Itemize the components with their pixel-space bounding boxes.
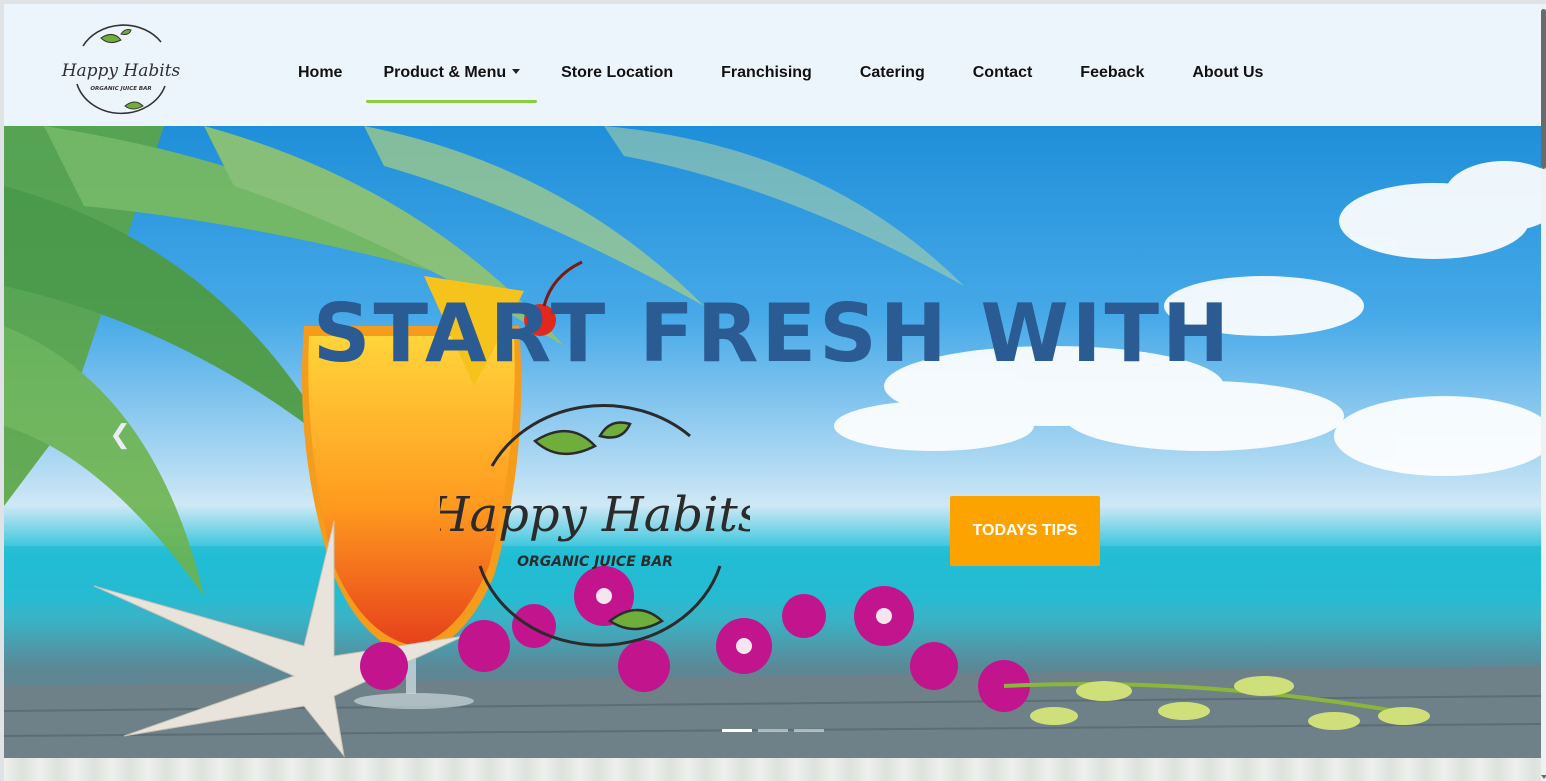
brand-tagline: ORGANIC JUICE BAR: [90, 86, 151, 92]
nav-item-franchising[interactable]: Franchising: [697, 44, 836, 102]
nav-item-about-us[interactable]: About Us: [1168, 44, 1287, 102]
chevron-left-icon: ❮: [109, 418, 131, 449]
nav-item-contact[interactable]: Contact: [949, 44, 1057, 102]
nav-item-product-menu[interactable]: Product & Menu: [366, 44, 537, 103]
nav-label: Catering: [859, 64, 925, 81]
brand-logo[interactable]: Happy Habits ORGANIC JUICE BAR: [61, 24, 181, 116]
carousel-indicator[interactable]: [794, 729, 824, 732]
nav-label: Contact: [972, 64, 1033, 81]
carousel-indicator[interactable]: [722, 729, 752, 732]
nav-item-home[interactable]: Home: [274, 44, 366, 102]
page: Happy Habits ORGANIC JUICE BAR Home Prod…: [4, 4, 1541, 781]
main-nav: Home Product & Menu Store Location Franc…: [274, 44, 1287, 104]
nav-label: Product & Menu: [383, 64, 507, 81]
nav-label: Home: [298, 64, 343, 81]
nav-item-feedback[interactable]: Feeback: [1056, 44, 1168, 102]
caret-down-icon: [512, 68, 521, 74]
scrollbar-thumb[interactable]: [1541, 9, 1546, 169]
nav-label: Store Location: [561, 64, 674, 81]
todays-tips-button[interactable]: TODAYS TIPS: [950, 496, 1100, 566]
scroll-down-arrow-icon[interactable]: [1541, 775, 1546, 779]
hero-brand-logo: Happy Habits ORGANIC JUICE BAR: [427, 396, 762, 651]
hero-headline: START FRESH WITH: [312, 287, 1233, 380]
nav-label: About Us: [1192, 64, 1264, 81]
hero-carousel: START FRESH WITH Happy Habits ORGANIC JU…: [4, 126, 1541, 758]
carousel-indicator[interactable]: [758, 729, 788, 732]
hero-brand-name: Happy Habits: [440, 487, 750, 543]
nav-item-store-location[interactable]: Store Location: [537, 44, 697, 102]
hero-background-image: [4, 126, 1541, 758]
nav-item-catering[interactable]: Catering: [836, 44, 949, 102]
carousel-prev-button[interactable]: ❮: [108, 416, 132, 452]
carousel-indicators: [722, 729, 824, 732]
logo-icon: Happy Habits ORGANIC JUICE BAR: [427, 404, 762, 647]
brand-name: Happy Habits: [61, 61, 181, 81]
logo-icon: Happy Habits ORGANIC JUICE BAR: [61, 24, 181, 115]
nav-label: Franchising: [721, 64, 812, 81]
site-header: Happy Habits ORGANIC JUICE BAR Home Prod…: [4, 4, 1541, 126]
section-pattern-strip: [4, 758, 1541, 781]
nav-label: Feeback: [1080, 64, 1145, 81]
hero-brand-tagline: ORGANIC JUICE BAR: [517, 554, 673, 570]
window-scrollbar[interactable]: [1541, 4, 1546, 781]
